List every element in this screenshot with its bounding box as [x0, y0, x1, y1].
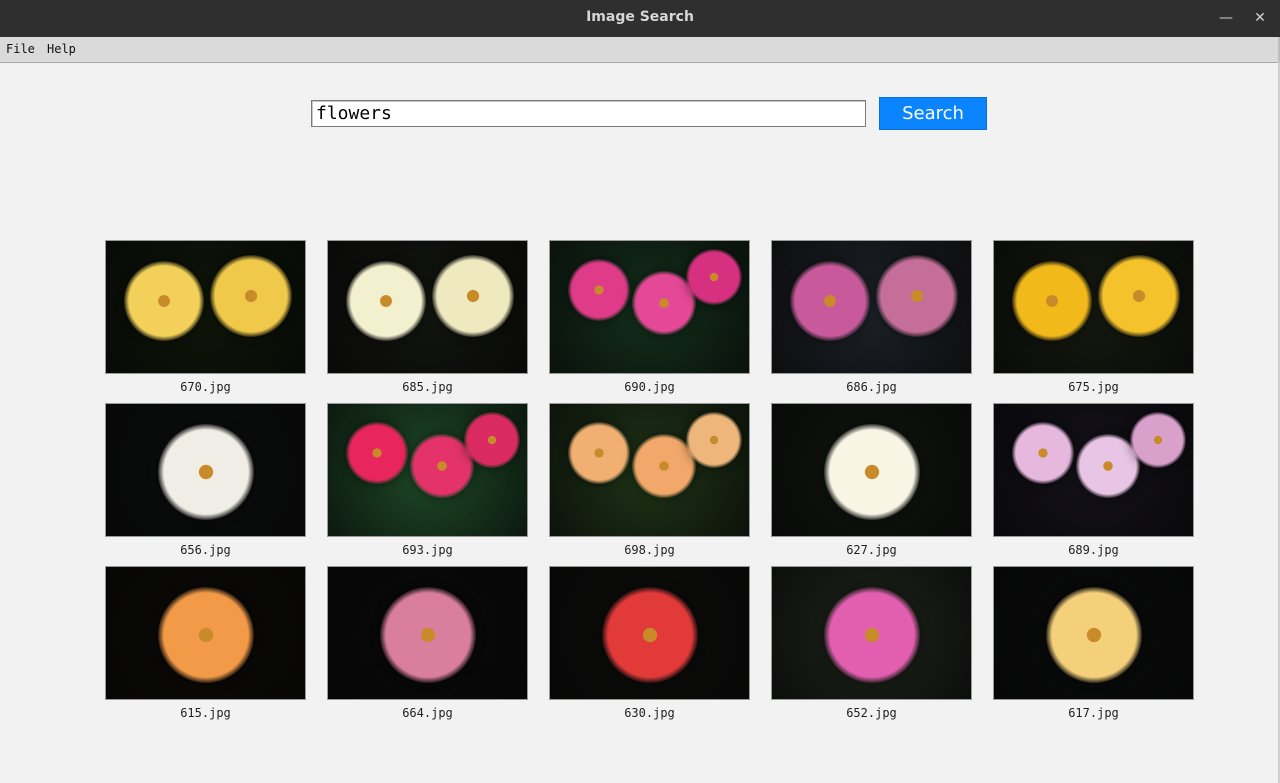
result-image[interactable] — [327, 403, 528, 537]
result-filename: 656.jpg — [180, 543, 231, 557]
flower-shape — [686, 412, 742, 468]
result-filename: 686.jpg — [846, 380, 897, 394]
results-grid: 670.jpg 685.jpg 690.jpg 686.jpg 675.jpg 656.j… — [105, 240, 1195, 730]
result-tile[interactable]: 656.jpg — [105, 403, 306, 560]
result-filename: 690.jpg — [624, 380, 675, 394]
result-tile[interactable]: 689.jpg — [993, 403, 1194, 560]
result-filename: 627.jpg — [846, 543, 897, 557]
result-image[interactable] — [549, 403, 750, 537]
result-tile[interactable]: 627.jpg — [771, 403, 972, 560]
flower-shape — [1130, 412, 1186, 468]
window-title: Image Search — [586, 9, 694, 25]
menu-bar: File Help — [0, 37, 1280, 63]
flower-shape — [158, 424, 254, 520]
flower-shape — [432, 255, 514, 337]
result-image[interactable] — [993, 403, 1194, 537]
result-image[interactable] — [105, 240, 306, 374]
flower-shape — [1046, 587, 1142, 683]
flower-shape — [568, 259, 630, 321]
result-filename: 615.jpg — [180, 706, 231, 720]
search-button[interactable]: Search — [879, 97, 987, 130]
result-tile[interactable]: 690.jpg — [549, 240, 750, 397]
result-filename: 689.jpg — [1068, 543, 1119, 557]
result-filename: 630.jpg — [624, 706, 675, 720]
result-image[interactable] — [993, 240, 1194, 374]
result-filename: 664.jpg — [402, 706, 453, 720]
flower-shape — [602, 587, 698, 683]
flower-shape — [464, 412, 520, 468]
result-filename: 675.jpg — [1068, 380, 1119, 394]
result-tile[interactable]: 685.jpg — [327, 240, 528, 397]
flower-shape — [380, 587, 476, 683]
flower-shape — [346, 422, 408, 484]
title-bar: Image Search — ✕ — [0, 0, 1280, 37]
result-tile[interactable]: 670.jpg — [105, 240, 306, 397]
flower-shape — [124, 261, 204, 341]
flower-shape — [210, 255, 292, 337]
result-filename: 670.jpg — [180, 380, 231, 394]
result-image[interactable] — [771, 240, 972, 374]
result-tile[interactable]: 630.jpg — [549, 566, 750, 723]
search-input[interactable] — [311, 100, 866, 127]
result-tile[interactable]: 686.jpg — [771, 240, 972, 397]
result-image[interactable] — [327, 566, 528, 700]
result-image[interactable] — [327, 240, 528, 374]
result-filename: 685.jpg — [402, 380, 453, 394]
flower-shape — [1012, 261, 1092, 341]
result-filename: 617.jpg — [1068, 706, 1119, 720]
menu-help[interactable]: Help — [47, 42, 76, 56]
result-tile[interactable]: 615.jpg — [105, 566, 306, 723]
flower-shape — [568, 422, 630, 484]
result-tile[interactable]: 617.jpg — [993, 566, 1194, 723]
minimize-icon[interactable]: — — [1216, 8, 1236, 28]
result-image[interactable] — [105, 403, 306, 537]
menu-file[interactable]: File — [6, 42, 35, 56]
result-image[interactable] — [549, 566, 750, 700]
result-filename: 652.jpg — [846, 706, 897, 720]
flower-shape — [824, 587, 920, 683]
result-image[interactable] — [771, 566, 972, 700]
flower-shape — [686, 249, 742, 305]
flower-shape — [790, 261, 870, 341]
close-icon[interactable]: ✕ — [1250, 8, 1270, 28]
result-image[interactable] — [771, 403, 972, 537]
flower-shape — [158, 587, 254, 683]
result-tile[interactable]: 693.jpg — [327, 403, 528, 560]
result-filename: 698.jpg — [624, 543, 675, 557]
result-filename: 693.jpg — [402, 543, 453, 557]
result-tile[interactable]: 698.jpg — [549, 403, 750, 560]
flower-shape — [1098, 255, 1180, 337]
result-image[interactable] — [993, 566, 1194, 700]
flower-shape — [824, 424, 920, 520]
result-tile[interactable]: 675.jpg — [993, 240, 1194, 397]
result-tile[interactable]: 652.jpg — [771, 566, 972, 723]
result-tile[interactable]: 664.jpg — [327, 566, 528, 723]
result-image[interactable] — [105, 566, 306, 700]
flower-shape — [1012, 422, 1074, 484]
result-image[interactable] — [549, 240, 750, 374]
flower-shape — [346, 261, 426, 341]
flower-shape — [876, 255, 958, 337]
